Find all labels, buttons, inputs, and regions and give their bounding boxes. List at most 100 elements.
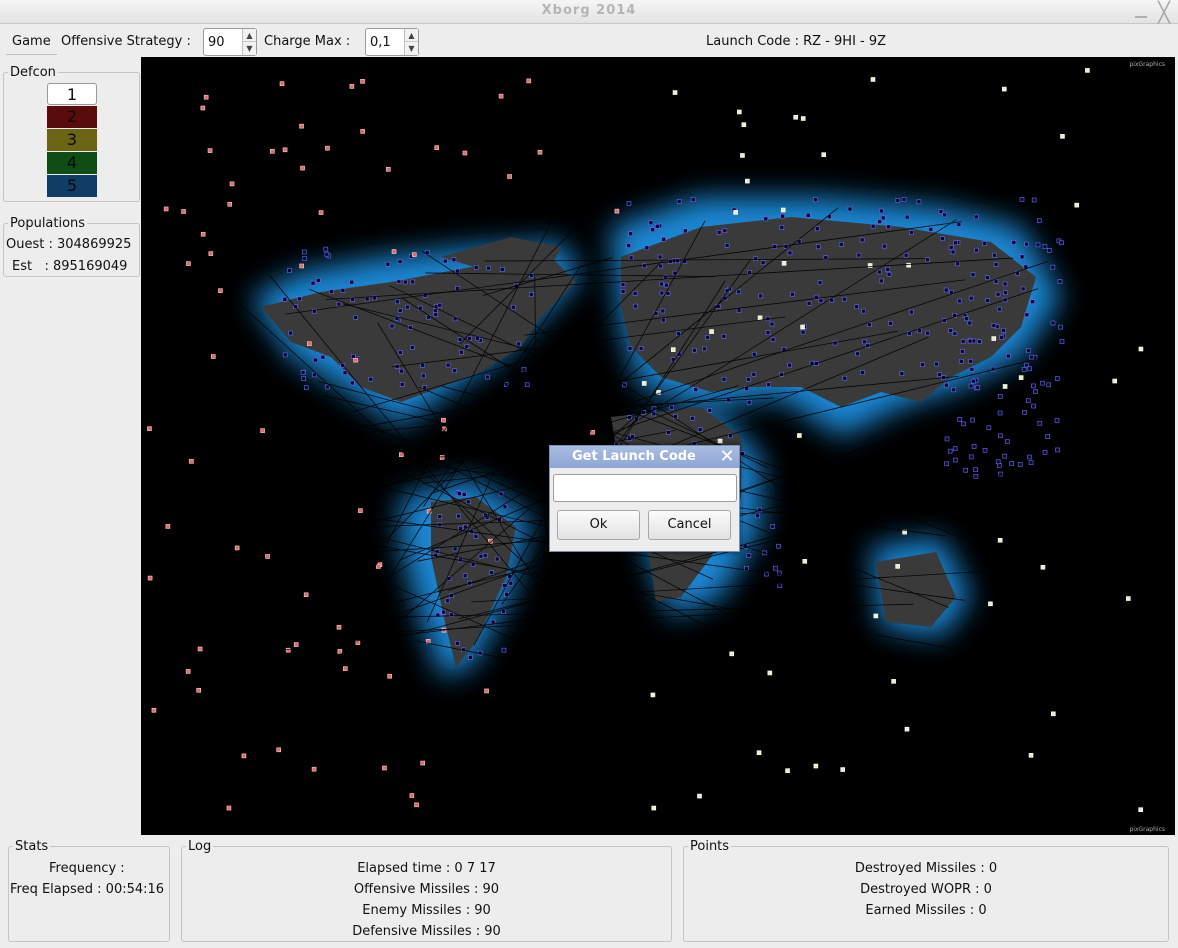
player-site (815, 244, 821, 250)
player-site (707, 408, 713, 413)
player-site (455, 641, 460, 646)
player-site (397, 259, 403, 264)
player-site (1027, 454, 1032, 460)
player-site (970, 378, 976, 384)
player-site (957, 298, 962, 304)
enemy-site (210, 354, 216, 359)
enemy-site (353, 357, 358, 363)
player-site (1059, 339, 1065, 344)
minimize-icon[interactable] (1134, 4, 1148, 20)
cancel-button[interactable]: Cancel (648, 510, 731, 540)
enemy-site (349, 84, 355, 89)
player-site (985, 298, 990, 303)
charge-max-value[interactable]: 0,1 (370, 35, 391, 50)
spin-down-icon[interactable]: ▼ (405, 42, 418, 55)
player-site (1002, 453, 1007, 459)
player-site (457, 337, 463, 342)
player-site (986, 425, 992, 431)
player-site (773, 565, 778, 571)
ok-button[interactable]: Ok (557, 510, 640, 540)
player-site (455, 268, 461, 274)
enemy-site (241, 753, 247, 759)
player-site (661, 237, 666, 242)
launch-code-input[interactable] (553, 474, 737, 502)
spin-down-icon[interactable]: ▼ (243, 42, 256, 55)
dialog-title-bar[interactable]: Get Launch Code ✕ (550, 446, 739, 468)
player-site (772, 244, 777, 249)
title-bar[interactable]: Xborg 2014 ╳ (0, 0, 1178, 24)
player-site (998, 433, 1003, 439)
player-site (1059, 240, 1064, 246)
player-site (445, 362, 451, 368)
player-site (877, 219, 882, 224)
elapsed-time: Elapsed time : 0 7 17 (357, 861, 496, 876)
points-panel: Points Destroyed Missiles : 0 Destroyed … (683, 840, 1169, 942)
player-site (736, 289, 742, 295)
defcon-level-4: 4 (47, 152, 97, 174)
player-site (838, 242, 844, 247)
player-site (350, 354, 356, 359)
player-site (787, 362, 792, 368)
neutral-site (870, 77, 876, 82)
frequency-label: Frequency : (49, 861, 125, 876)
enemy-site (387, 673, 392, 679)
neutral-site (737, 109, 742, 115)
enemy-site (234, 545, 240, 551)
player-site (620, 282, 626, 287)
player-site (920, 362, 925, 367)
enemy-site (163, 206, 169, 212)
charge-max-spinbox[interactable]: 0,1 ▲ ▼ (365, 28, 419, 56)
enemy-site (197, 646, 203, 652)
log-panel: Log Elapsed time : 0 7 17 Offensive Miss… (181, 840, 672, 942)
player-site (776, 543, 781, 549)
neutral-site (785, 768, 790, 773)
player-site (948, 245, 954, 250)
offensive-strategy-spinbox[interactable]: 90 ▲ ▼ (203, 28, 257, 56)
close-icon[interactable]: ╳ (1154, 2, 1174, 22)
player-site (301, 376, 307, 381)
player-site (943, 287, 949, 293)
menu-game[interactable]: Game (6, 31, 57, 55)
player-site (876, 269, 882, 275)
neutral-site (1138, 807, 1143, 812)
neutral-site (1028, 753, 1034, 758)
close-icon[interactable]: ✕ (717, 447, 737, 467)
offensive-strategy-label: Offensive Strategy : (61, 34, 191, 49)
player-site (842, 375, 848, 381)
player-site (437, 514, 443, 520)
neutral-site (697, 793, 702, 799)
player-site (1050, 320, 1056, 326)
neutral-site (641, 381, 647, 386)
player-site (499, 267, 505, 272)
player-site (955, 261, 961, 267)
neutral-site (1051, 711, 1056, 717)
player-site (404, 304, 410, 310)
enemy-site (385, 166, 391, 172)
player-site (1024, 241, 1029, 247)
defcon-level-2: 2 (47, 106, 97, 128)
offensive-strategy-value[interactable]: 90 (208, 35, 225, 50)
player-site (961, 421, 966, 427)
spin-up-icon[interactable]: ▲ (405, 29, 418, 42)
player-site (441, 609, 447, 615)
enemy-site (260, 428, 265, 433)
player-site (753, 256, 758, 262)
neutral-site (997, 537, 1003, 543)
enemy-site (537, 149, 543, 155)
player-site (508, 581, 514, 586)
spin-up-icon[interactable]: ▲ (243, 29, 256, 42)
launch-code-label: Launch Code : RZ - 9HI - 9Z (706, 34, 887, 49)
player-site (1031, 383, 1036, 389)
player-site (763, 216, 769, 222)
player-site (736, 307, 742, 313)
enemy-site (376, 564, 381, 569)
player-site (468, 655, 473, 660)
player-site (770, 524, 776, 529)
player-site (1019, 197, 1025, 202)
enemy-site (208, 251, 214, 256)
player-site (777, 583, 783, 588)
neutral-site (821, 152, 827, 157)
player-site (963, 467, 968, 473)
destroyed-missiles: Destroyed Missiles : 0 (854, 861, 998, 876)
enemy-site (358, 508, 363, 513)
